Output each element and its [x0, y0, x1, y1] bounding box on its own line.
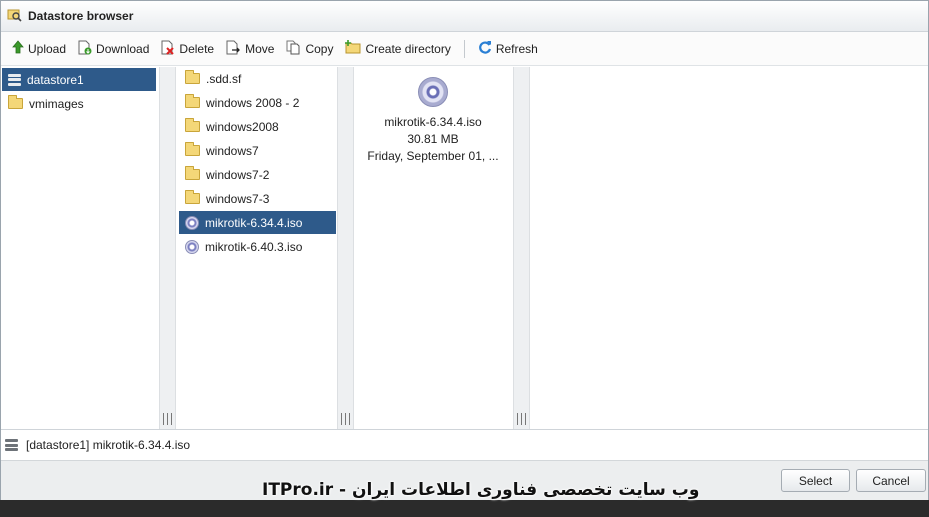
list-item[interactable]: mikrotik-6.34.4.iso [179, 211, 336, 234]
preview-file-date: Friday, September 01, ... [367, 149, 499, 163]
splitter-grip-icon[interactable] [517, 413, 526, 425]
status-bar: [datastore1] mikrotik-6.34.4.iso [1, 429, 928, 460]
select-button[interactable]: Select [781, 469, 850, 492]
folder-contents-pane: .sdd.sf windows 2008 - 2 windows2008 win… [176, 67, 354, 429]
list-item[interactable]: windows2008 [179, 115, 336, 138]
file-preview: mikrotik-6.34.4.iso 30.81 MB Friday, Sep… [354, 67, 512, 165]
list-item[interactable]: windows7-2 [179, 163, 336, 186]
pane-splitter[interactable] [513, 67, 529, 429]
datastore-label: vmimages [29, 96, 84, 111]
datastore-list-pane: datastore1 vmimages [1, 67, 176, 429]
toolbar-separator [463, 39, 465, 58]
file-label: windows2008 [206, 119, 279, 134]
file-label: windows7-2 [206, 167, 270, 182]
file-label: mikrotik-6.34.4.iso [205, 215, 303, 230]
toolbar: Upload Download Delete Move Copy Create … [1, 32, 928, 66]
refresh-label: Refresh [495, 41, 538, 56]
upload-arrow-icon [12, 40, 24, 57]
preview-file-size: 30.81 MB [407, 132, 459, 146]
file-label: windows 2008 - 2 [206, 95, 300, 110]
refresh-button[interactable]: Refresh [473, 37, 543, 61]
cancel-button[interactable]: Cancel [856, 469, 926, 492]
title-bar: Datastore browser [1, 1, 928, 32]
list-item[interactable]: .sdd.sf [179, 67, 336, 90]
folder-icon [185, 70, 200, 84]
file-label: .sdd.sf [206, 71, 242, 86]
download-button[interactable]: Download [73, 37, 154, 61]
datastore-item-datastore1[interactable]: datastore1 [2, 68, 156, 91]
delete-button[interactable]: Delete [156, 37, 219, 61]
datastore-icon [8, 73, 21, 86]
delete-label: Delete [179, 41, 215, 56]
move-button[interactable]: Move [221, 37, 279, 61]
datastore-browser-icon [7, 7, 22, 25]
list-item[interactable]: mikrotik-6.40.3.iso [179, 235, 336, 258]
new-folder-icon [345, 40, 361, 57]
folder-icon [185, 142, 200, 156]
window-title: Datastore browser [28, 9, 134, 23]
folder-icon [8, 95, 23, 109]
datastore-browser-dialog: Datastore browser Upload Download Delete [0, 0, 929, 500]
list-item[interactable]: windows 2008 - 2 [179, 91, 336, 114]
pane-splitter[interactable] [337, 67, 353, 429]
datastore-label: datastore1 [27, 72, 84, 87]
move-file-icon [226, 40, 241, 58]
selected-path: [datastore1] mikrotik-6.34.4.iso [26, 438, 191, 452]
disc-image-icon [185, 215, 199, 230]
file-label: windows7-3 [206, 191, 270, 206]
file-preview-pane: mikrotik-6.34.4.iso 30.81 MB Friday, Sep… [354, 67, 530, 429]
browser-panes: datastore1 vmimages .sdd.sf windows 2008… [1, 67, 928, 429]
create-directory-label: Create directory [365, 41, 451, 56]
disc-image-icon [185, 239, 199, 254]
copy-button[interactable]: Copy [281, 37, 338, 61]
pane-splitter[interactable] [159, 67, 175, 429]
empty-pane [530, 67, 928, 429]
download-label: Download [96, 41, 150, 56]
copy-label: Copy [305, 41, 334, 56]
list-item[interactable]: windows7 [179, 139, 336, 162]
site-watermark: ITPro.ir - وب سایت تخصصی فناوری اطلاعات … [262, 480, 700, 500]
file-label: windows7 [206, 143, 259, 158]
folder-icon [185, 94, 200, 108]
move-label: Move [245, 41, 275, 56]
disc-image-large-icon [418, 77, 448, 107]
download-file-icon [78, 40, 92, 58]
delete-file-icon [161, 40, 175, 58]
upload-label: Upload [28, 41, 67, 56]
splitter-grip-icon[interactable] [341, 413, 350, 425]
copy-files-icon [286, 40, 301, 58]
preview-file-name: mikrotik-6.34.4.iso [384, 115, 482, 129]
create-directory-button[interactable]: Create directory [340, 37, 455, 61]
folder-icon [185, 118, 200, 132]
folder-icon [185, 190, 200, 204]
splitter-grip-icon[interactable] [163, 413, 172, 425]
datastore-icon [5, 439, 18, 451]
list-item[interactable]: windows7-3 [179, 187, 336, 210]
refresh-icon [478, 40, 492, 57]
file-label: mikrotik-6.40.3.iso [205, 239, 303, 254]
upload-button[interactable]: Upload [7, 37, 71, 61]
datastore-item-vmimages[interactable]: vmimages [2, 92, 156, 115]
folder-icon [185, 166, 200, 180]
